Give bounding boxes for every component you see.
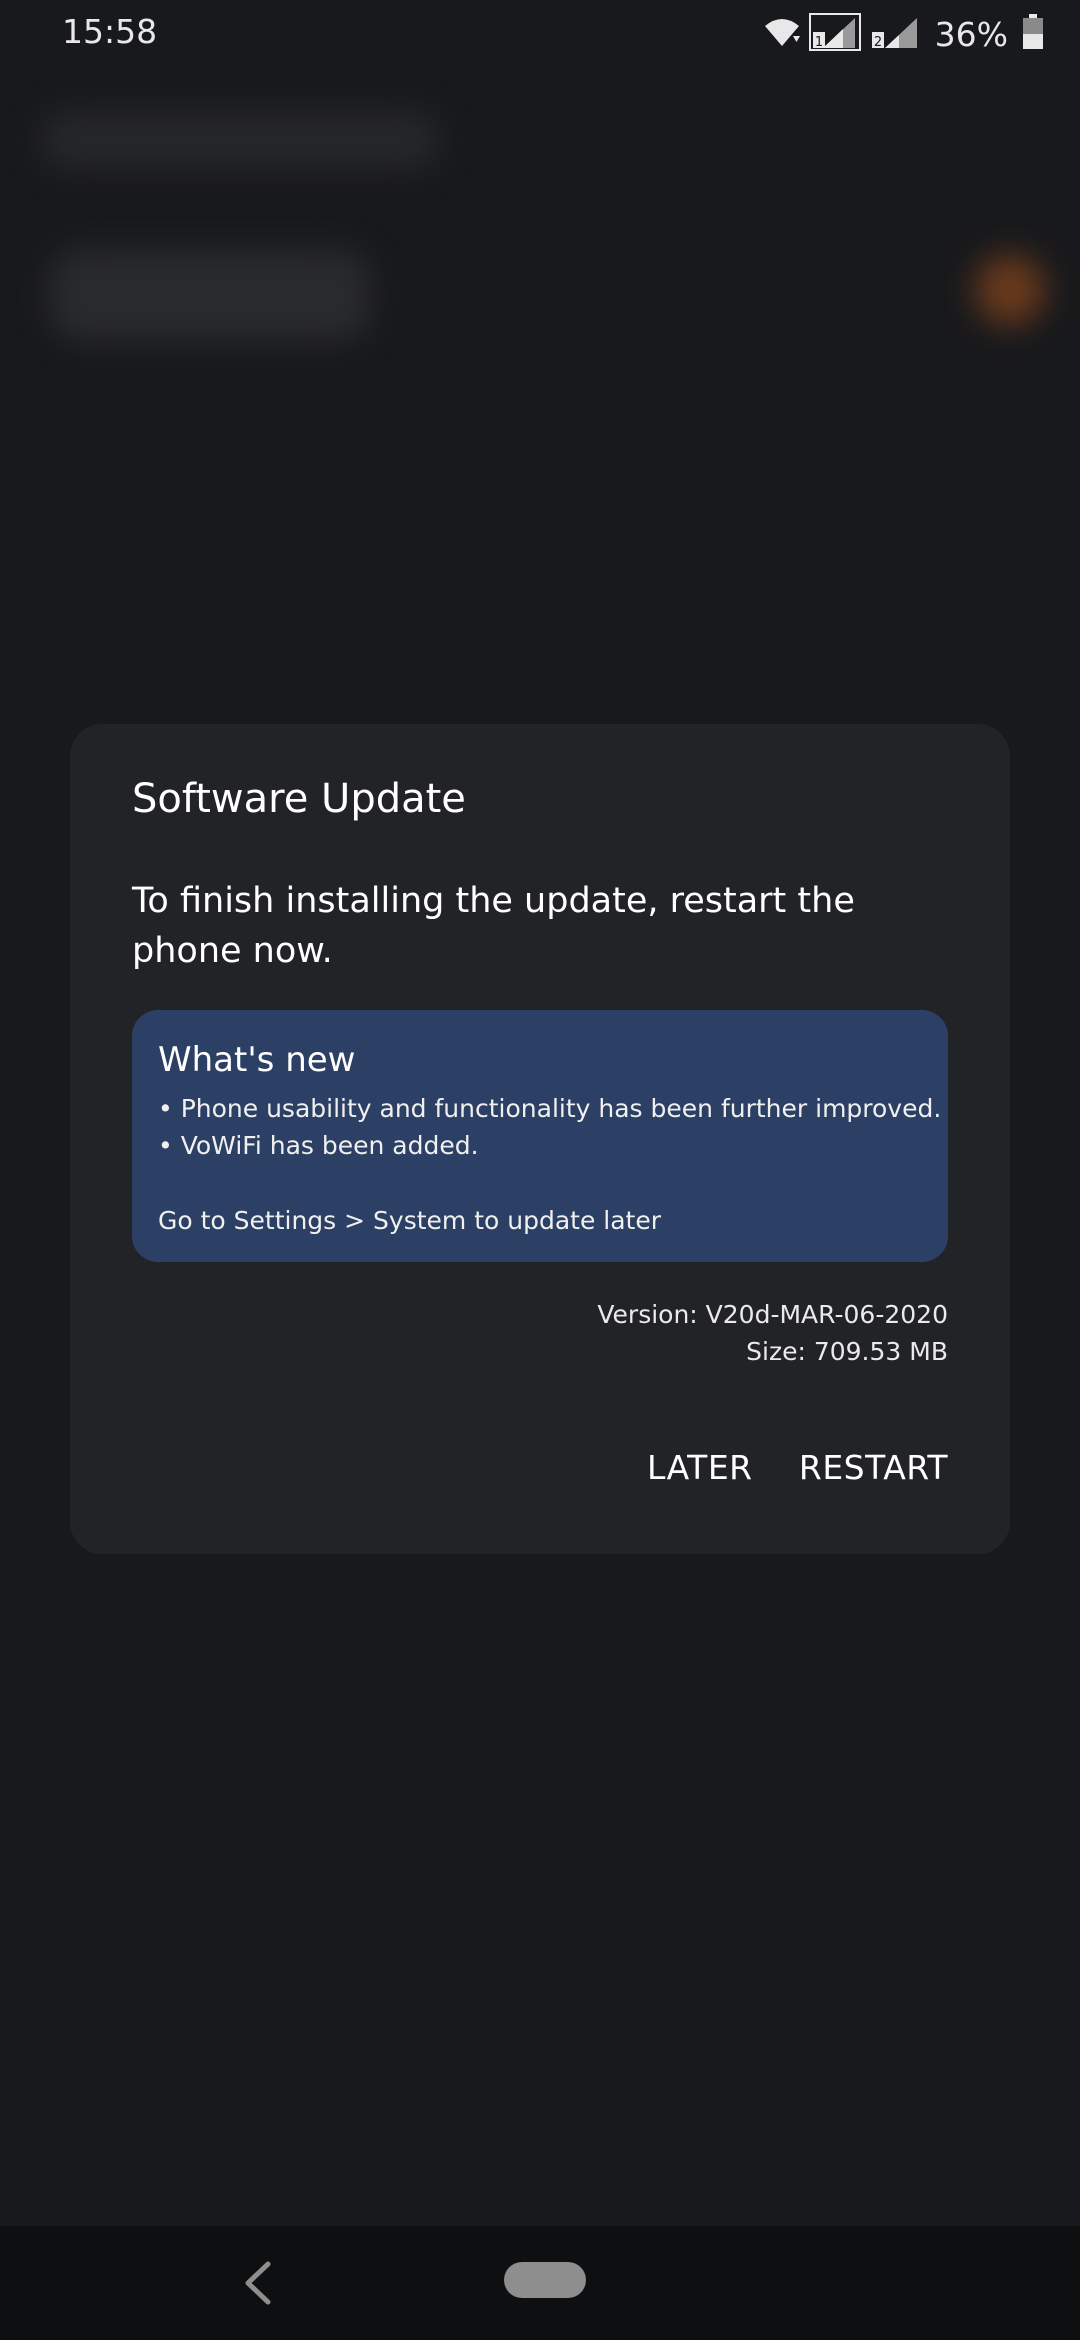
whats-new-title: What's new bbox=[158, 1040, 356, 1080]
svg-text:1: 1 bbox=[815, 35, 823, 50]
battery-percent: 36% bbox=[934, 14, 1008, 54]
status-time: 15:58 bbox=[62, 12, 158, 51]
whats-new-item: • VoWiFi has been added. bbox=[158, 1131, 479, 1160]
restart-button[interactable]: RESTART bbox=[799, 1448, 948, 1487]
blurred-background-accent bbox=[975, 255, 1045, 325]
whats-new-panel: What's new • Phone usability and functio… bbox=[132, 1010, 948, 1262]
sim2-signal-icon: 2 bbox=[869, 12, 921, 56]
dialog-title: Software Update bbox=[132, 776, 466, 822]
wifi-icon bbox=[763, 16, 801, 52]
software-update-dialog: Software Update To finish installing the… bbox=[70, 724, 1010, 1554]
navigation-bar bbox=[0, 2226, 1080, 2340]
sim1-signal-icon: 1 bbox=[808, 12, 861, 56]
battery-icon bbox=[1022, 14, 1044, 54]
status-bar: 15:58 1 2 36% bbox=[0, 0, 1080, 66]
version-text: Version: V20d-MAR-06-2020 bbox=[597, 1300, 948, 1329]
update-later-hint: Go to Settings > System to update later bbox=[158, 1206, 662, 1235]
whats-new-item: • Phone usability and functionality has … bbox=[158, 1094, 942, 1123]
home-pill-icon[interactable] bbox=[504, 2262, 586, 2298]
back-icon[interactable] bbox=[238, 2260, 278, 2306]
size-text: Size: 709.53 MB bbox=[746, 1337, 948, 1366]
status-icons: 1 2 36% bbox=[763, 12, 1044, 56]
dialog-message: To finish installing the update, restart… bbox=[132, 881, 855, 971]
later-button[interactable]: LATER bbox=[647, 1448, 753, 1487]
svg-text:2: 2 bbox=[874, 35, 882, 50]
blurred-background-header bbox=[40, 110, 440, 170]
blurred-background-row bbox=[50, 250, 370, 340]
screen: 15:58 1 2 36% Software Update To finish … bbox=[0, 0, 1080, 2340]
